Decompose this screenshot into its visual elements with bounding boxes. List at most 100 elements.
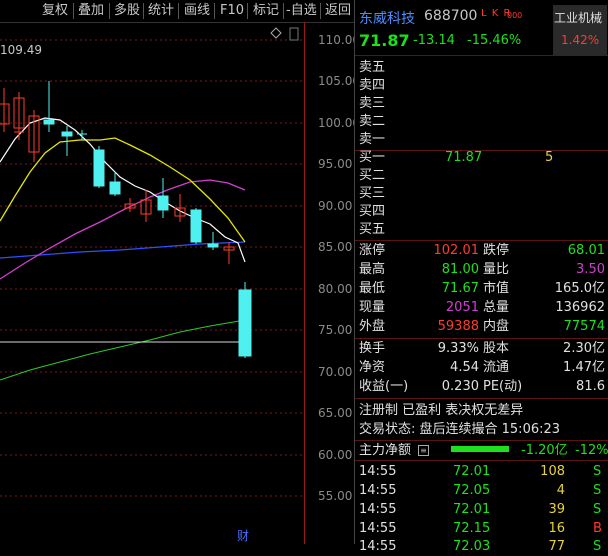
candle-down	[93, 146, 105, 188]
candlestick-chart[interactable]: 110.00 105.00 100.00 95.00 90.00 85.00 8…	[0, 22, 354, 544]
y-tick-label: 65.00	[318, 406, 352, 420]
trading-status: 交易状态: 盘后连续撮合 15:06:23	[359, 422, 561, 437]
list-icon[interactable]: ≡	[418, 445, 429, 456]
y-tick-label: 100.00	[318, 116, 354, 130]
candle-down	[207, 232, 219, 250]
tick-price: 72.01	[453, 502, 491, 517]
sell-level-label: 卖一	[359, 132, 386, 147]
ma10-line	[0, 137, 246, 243]
stock-tags-suffix: 000	[507, 11, 523, 20]
candle-down	[238, 282, 252, 358]
y-tick-label: 90.00	[318, 199, 352, 213]
pe-label: PE(动)	[483, 379, 523, 394]
industry-box[interactable]: 工业机械 1.42%	[553, 5, 607, 55]
y-tick-label: 55.00	[318, 489, 352, 503]
y-tick-label: 60.00	[318, 448, 352, 462]
tick-side: S	[593, 464, 602, 479]
candle-up	[0, 88, 10, 132]
market-cap-value: 165.0亿	[554, 281, 605, 296]
tick-price: 72.05	[453, 483, 491, 498]
candle-down	[157, 178, 169, 218]
tick-time: 14:55	[359, 483, 397, 498]
tick-volume: 16	[548, 521, 565, 536]
tick-side: S	[593, 539, 602, 554]
volume-ratio-value: 3.50	[576, 262, 605, 277]
y-tick-label: 80.00	[318, 282, 352, 296]
price-change: -13.14	[413, 33, 455, 48]
diamond-icon[interactable]	[270, 27, 282, 39]
eps-label: 收益(一)	[359, 379, 409, 394]
remove-watchlist-button[interactable]: -自选	[286, 2, 317, 20]
buy-level-price[interactable]: 71.87	[445, 148, 482, 167]
back-button[interactable]: 返回	[325, 2, 351, 20]
low-label: 最低	[359, 281, 386, 296]
tick-price: 72.01	[453, 464, 491, 479]
outer-disk-value: 59388	[437, 319, 479, 334]
toolbar-divider	[178, 3, 179, 19]
y-tick-label: 105.00	[318, 74, 354, 88]
ma5-line	[0, 117, 246, 263]
price-gridlines	[0, 39, 304, 497]
candle-up	[174, 194, 186, 222]
sell-level-label: 卖二	[359, 114, 386, 129]
current-volume-label: 现量	[359, 300, 386, 315]
pe-value: 81.6	[576, 379, 605, 394]
overlay-button[interactable]: 叠加	[78, 2, 104, 20]
total-volume-value: 136962	[555, 300, 605, 315]
buy-level-label: 买五	[359, 222, 386, 237]
high-label: 最高	[359, 262, 386, 277]
candle-up	[140, 190, 152, 222]
tick-time: 14:55	[359, 464, 397, 479]
buy-level-volume: 5	[545, 150, 554, 165]
main-flow-bar	[451, 446, 509, 452]
current-volume-value: 2051	[445, 300, 479, 315]
equity-value: 2.30亿	[563, 341, 605, 356]
listing-info: 注册制 已盈利 表决权无差异	[359, 403, 524, 418]
y-tick-label: 85.00	[318, 240, 352, 254]
multi-stock-button[interactable]: 多股	[114, 2, 140, 20]
toolbar-divider	[73, 3, 74, 19]
inner-disk-label: 内盘	[483, 319, 510, 334]
candle-down	[77, 130, 87, 140]
tick-side: S	[593, 483, 602, 498]
industry-name: 工业机械	[554, 11, 603, 25]
tick-price: 72.15	[453, 521, 491, 536]
tick-time: 14:55	[359, 502, 397, 517]
candle-up	[28, 110, 40, 162]
total-volume-label: 总量	[483, 300, 510, 315]
net-assets-label: 净资	[359, 360, 386, 375]
stock-name[interactable]: 东威科技	[359, 8, 415, 28]
mark-button[interactable]: 标记	[253, 2, 279, 20]
f10-button[interactable]: F10	[220, 2, 244, 20]
restore-rights-button[interactable]: 复权	[42, 2, 68, 20]
y-tick-label: 110.00	[318, 33, 354, 47]
ma120-line	[0, 319, 246, 381]
sell-level-label: 卖五	[359, 60, 386, 75]
eps-value: 0.230	[441, 379, 479, 394]
low-value: 71.67	[441, 281, 479, 296]
quote-panel: 东威科技 688700 L K R 000 工业机械 1.42% 71.87 -…	[354, 0, 608, 554]
float-shares-value: 1.47亿	[563, 360, 605, 375]
scroll-handle[interactable]	[289, 27, 299, 41]
statistics-button[interactable]: 统计	[148, 2, 174, 20]
equity-label: 股本	[483, 341, 510, 356]
divider	[355, 398, 608, 399]
y-tick-label: 70.00	[318, 365, 352, 379]
current-price: 71.87	[359, 31, 410, 50]
divider	[355, 460, 608, 461]
candle-down	[43, 81, 55, 132]
tick-time: 14:55	[359, 521, 397, 536]
candle-up	[13, 92, 25, 134]
toolbar-divider	[320, 3, 321, 19]
finance-report-marker[interactable]: 财	[237, 529, 249, 543]
tick-volume: 39	[548, 502, 565, 517]
buy-level-label: 买二	[359, 168, 386, 183]
draw-line-button[interactable]: 画线	[184, 2, 210, 20]
stock-code: 688700	[424, 8, 478, 24]
volume-ratio-label: 量比	[483, 262, 510, 277]
main-flow-pct: -12%	[575, 443, 608, 458]
ma20-line	[0, 179, 246, 280]
toolbar-divider	[247, 3, 248, 19]
toolbar-divider	[214, 3, 215, 19]
toolbar-divider	[143, 3, 144, 19]
